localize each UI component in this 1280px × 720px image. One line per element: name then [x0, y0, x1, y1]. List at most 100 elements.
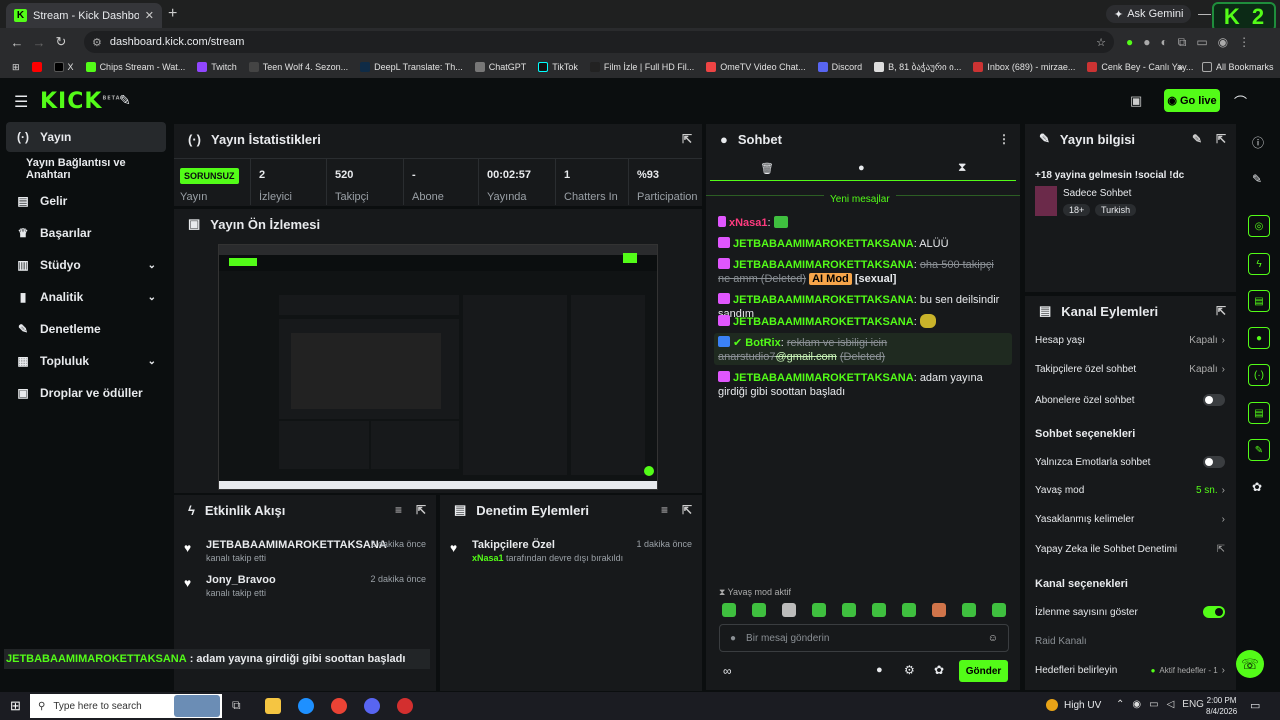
bookmark[interactable]: TikTok	[532, 62, 584, 72]
emote-icon[interactable]	[932, 603, 946, 617]
go-live-button[interactable]: ◉ Go live	[1164, 89, 1220, 112]
sidebar-item-studyo[interactable]: ▥ Stüdyo ⌄	[6, 250, 166, 280]
weather-widget[interactable]: High UV	[1046, 699, 1101, 711]
emote-icon[interactable]	[752, 603, 766, 617]
sidebar-item-droplar[interactable]: ▣ Droplar ve ödüller	[6, 378, 166, 408]
more-bookmarks-icon[interactable]: »	[1172, 62, 1189, 72]
sidebar-item-yayin[interactable]: (·) Yayın	[6, 122, 166, 152]
setting-row[interactable]: Takipçilere özel sohbet Kapalı ›	[1035, 364, 1225, 375]
toggle-switch[interactable]	[1203, 606, 1225, 618]
all-bookmarks[interactable]: All Bookmarks	[1196, 62, 1280, 72]
filter-icon[interactable]: ≡	[661, 503, 668, 517]
bookmark[interactable]: DeepL Translate: Th...	[354, 62, 469, 72]
file-explorer-icon[interactable]	[265, 698, 281, 714]
popout-icon[interactable]: ⇱	[682, 503, 692, 517]
sidebar-icon[interactable]: ▭	[1196, 35, 1207, 50]
profile-avatar[interactable]: ◉	[1218, 35, 1228, 50]
bookmark[interactable]: ChatGPT	[469, 62, 533, 72]
setting-row[interactable]: Yasaklanmış kelimeler ›	[1035, 514, 1225, 525]
reload-icon[interactable]: ↻	[50, 34, 72, 50]
new-tab-icon[interactable]: +	[168, 5, 177, 23]
user-avatar[interactable]: ⌒	[1234, 92, 1247, 111]
battery-icon[interactable]: ▭	[1149, 699, 1158, 710]
discord-icon[interactable]	[364, 698, 380, 714]
bookmark[interactable]: Chips Stream - Wat...	[80, 62, 192, 72]
popout-icon[interactable]: ⇱	[416, 503, 426, 517]
edit-icon[interactable]: ✎	[1192, 132, 1202, 146]
network-icon[interactable]: ◉	[1132, 699, 1141, 710]
stream-preview-video[interactable]	[218, 244, 658, 490]
task-view-icon[interactable]: ⧉	[232, 698, 248, 714]
bookmark[interactable]: OmeTV Video Chat...	[700, 62, 811, 72]
extension-icon[interactable]: ◐	[1161, 35, 1168, 50]
widget-toggle-icon[interactable]: ◎	[1248, 215, 1270, 237]
list-icon[interactable]: ▤	[1248, 402, 1270, 424]
bookmark[interactable]: Twitch	[191, 62, 243, 72]
wrench-icon[interactable]: ✎	[1248, 439, 1270, 461]
document-icon[interactable]: ▤	[1248, 290, 1270, 312]
emoji-icon[interactable]: ☺	[988, 633, 998, 644]
setting-row[interactable]: Hedefleri belirleyin ● Aktif hedefler - 1 ›	[1035, 665, 1225, 676]
help-chat-button[interactable]: ☏	[1236, 650, 1264, 678]
gear-icon[interactable]: ⚙	[904, 663, 915, 677]
lightning-icon[interactable]: ϟ	[1248, 253, 1270, 275]
sidebar-item-stream-key[interactable]: Yayın Bağlantısı ve Anahtarı	[6, 154, 166, 184]
emote-icon[interactable]	[782, 603, 796, 617]
obs-icon[interactable]	[397, 698, 413, 714]
sidebar-item-denetleme[interactable]: ✎ Denetleme	[6, 314, 166, 344]
extensions-puzzle-icon[interactable]: ⧉	[1178, 35, 1187, 50]
close-tab-icon[interactable]: ✕	[145, 9, 154, 22]
bookmark[interactable]: Inbox (689) - mirzae...	[967, 62, 1081, 72]
community-icon[interactable]: ✿	[1252, 480, 1262, 494]
more-options-icon[interactable]: ⋮	[998, 132, 1010, 146]
sidebar-item-analitik[interactable]: ▮ Analitik ⌄	[6, 282, 166, 312]
volume-icon[interactable]: ◁	[1167, 699, 1175, 710]
bookmark-star-icon[interactable]: ☆	[1096, 36, 1106, 49]
popout-icon[interactable]: ⇱	[682, 132, 692, 146]
camera-icon[interactable]: ▣	[1130, 93, 1142, 109]
send-button[interactable]: Gönder	[959, 660, 1008, 682]
info-icon[interactable]: ⓘ	[1252, 134, 1264, 151]
bookmark[interactable]: B, 81 ბაჭაური ი...	[868, 62, 967, 73]
chat-icon[interactable]: ●	[1248, 327, 1270, 349]
hamburger-menu-icon[interactable]: ☰	[14, 92, 28, 112]
popout-icon[interactable]: ⇱	[1216, 132, 1226, 146]
emote-icon[interactable]	[962, 603, 976, 617]
hourglass-icon[interactable]: ⧗	[958, 160, 966, 175]
bookmark[interactable]: Teen Wolf 4. Sezon...	[243, 62, 354, 72]
edit-icon[interactable]: ✎	[1252, 172, 1262, 186]
bookmark[interactable]: X	[48, 62, 80, 72]
ask-gemini-button[interactable]: ✦ Ask Gemini	[1106, 5, 1192, 23]
broadcast-icon[interactable]: (·)	[1248, 364, 1270, 386]
toggle-switch[interactable]	[1203, 394, 1225, 406]
emote-icon[interactable]	[722, 603, 736, 617]
back-icon[interactable]: ←	[6, 35, 28, 50]
setting-row[interactable]: Hesap yaşı Kapalı ›	[1035, 335, 1225, 346]
filter-icon[interactable]: ≡	[395, 503, 402, 517]
emote-icon[interactable]	[992, 603, 1006, 617]
setting-row[interactable]: Yapay Zeka ile Sohbet Denetimi ⇱	[1035, 544, 1225, 555]
chat-bubble-icon[interactable]: ●	[858, 162, 865, 174]
emote-icon[interactable]	[872, 603, 886, 617]
toggle-switch[interactable]	[1203, 456, 1225, 468]
kick-logo[interactable]: KICKBETA	[40, 89, 121, 114]
mod-icon[interactable]: ✿	[934, 663, 944, 677]
sidebar-item-gelir[interactable]: ▤ Gelir	[6, 186, 166, 216]
chrome-icon[interactable]	[331, 698, 347, 714]
chat-settings-icon[interactable]: ∞	[723, 664, 732, 678]
site-info-icon[interactable]: ⚙	[92, 36, 102, 49]
windows-start-icon[interactable]: ⊞	[10, 698, 21, 714]
bookmark[interactable]: Film İzle | Full HD Fil...	[584, 62, 700, 72]
notifications-icon[interactable]: ▭	[1250, 699, 1260, 712]
youtube-bookmark[interactable]	[26, 62, 48, 72]
emote-icon[interactable]	[812, 603, 826, 617]
setting-row[interactable]: Raid Kanalı	[1035, 636, 1225, 647]
browser-tab[interactable]: K Stream - Kick Dashboard ✕	[6, 3, 162, 28]
edge-icon[interactable]	[298, 698, 314, 714]
menu-dots-icon[interactable]: ⋮	[1238, 35, 1250, 50]
trash-icon[interactable]: 🗑	[760, 162, 774, 175]
chat-input[interactable]: ● Bir mesaj gönderin ☺	[719, 624, 1009, 652]
apps-grid-icon[interactable]: ⊞	[6, 62, 26, 73]
pin-icon[interactable]: ✎	[119, 92, 131, 109]
extension-icon[interactable]: ●	[1143, 35, 1150, 50]
